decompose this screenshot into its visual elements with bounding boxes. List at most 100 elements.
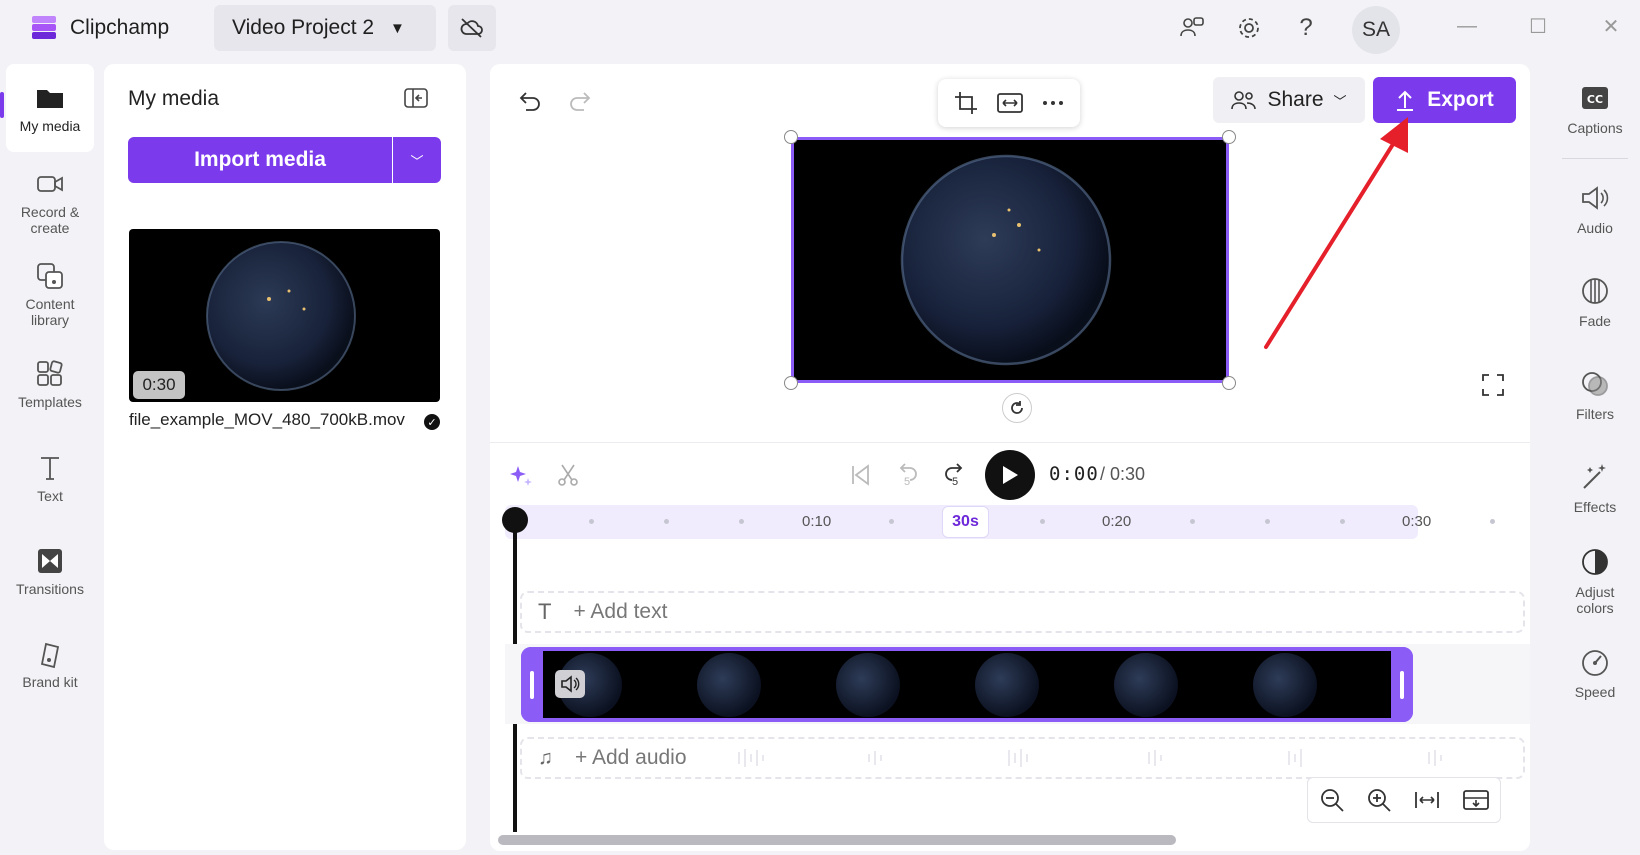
panel-filters[interactable]: Filters [1553, 368, 1637, 422]
nav-my-media[interactable]: My media [6, 64, 94, 152]
forward-seconds: 5 [951, 476, 959, 488]
panel-speed[interactable]: Speed [1553, 646, 1637, 700]
redo-icon[interactable] [566, 86, 596, 116]
rewind-5-button[interactable]: 5 [890, 458, 924, 492]
play-icon [1003, 466, 1018, 484]
import-media-button[interactable]: Import media [128, 137, 392, 183]
fit-resize-icon[interactable] [996, 92, 1024, 114]
svg-text:CC: CC [1587, 93, 1603, 106]
nav-templates[interactable]: Templates [6, 358, 94, 410]
timeline-zoom-chip[interactable]: 30s [942, 506, 989, 538]
help-button[interactable]: ? [1286, 10, 1326, 46]
playhead-handle[interactable] [502, 507, 528, 533]
clip-trim-handle-left[interactable] [521, 647, 543, 722]
close-icon: ✕ [1602, 15, 1620, 38]
folder-icon [37, 90, 63, 108]
ruler-dot [1040, 519, 1045, 524]
panel-fade[interactable]: Fade [1553, 275, 1637, 329]
brand-kit-icon [40, 642, 60, 669]
current-time: 0:00 [1049, 463, 1099, 485]
more-options-icon[interactable] [1041, 98, 1065, 108]
undo-icon[interactable] [514, 86, 544, 116]
video-clip[interactable] [521, 647, 1413, 722]
clipchamp-logo-icon [32, 16, 56, 39]
media-filename: file_example_MOV_480_700kB.mov [129, 410, 405, 429]
nav-label: Content library [25, 296, 75, 328]
ai-sparkle-button[interactable] [504, 458, 538, 492]
annotation-arrow [1264, 117, 1408, 349]
clip-volume-button[interactable] [555, 670, 585, 698]
cloud-sync-button[interactable] [448, 5, 496, 51]
app-name: Clipchamp [70, 16, 170, 39]
total-time: / 0:30 [1100, 464, 1146, 484]
panel-effects[interactable]: Effects [1553, 461, 1637, 515]
nav-text[interactable]: Text [6, 452, 94, 504]
resize-handle[interactable] [784, 376, 798, 390]
timeline-scrollbar[interactable] [498, 835, 1176, 845]
people-feedback-icon [1180, 17, 1204, 37]
magic-wand-icon [1583, 464, 1606, 489]
maximize-icon: ☐ [1529, 15, 1547, 38]
music-note-icon: ♫ [538, 746, 553, 769]
panel-audio[interactable]: Audio [1553, 182, 1637, 236]
speaker-icon [561, 675, 580, 693]
minimize-button[interactable]: — [1449, 12, 1485, 40]
nav-label: Transitions [16, 581, 84, 597]
timeline-zoom-controls [1307, 777, 1501, 823]
nav-active-indicator [0, 92, 4, 118]
collapse-panel-icon[interactable] [402, 86, 430, 110]
crop-icon[interactable] [953, 90, 979, 116]
feedback-button[interactable] [1172, 10, 1212, 46]
clip-trim-handle-right[interactable] [1391, 647, 1413, 722]
project-name-dropdown[interactable]: Video Project 2 ▼ [214, 5, 436, 51]
play-button[interactable] [985, 450, 1035, 500]
forward-5-button[interactable]: 5 [938, 458, 972, 492]
resize-handle[interactable] [1222, 376, 1236, 390]
resize-handle[interactable] [784, 130, 798, 144]
nav-brand-kit[interactable]: Brand kit [6, 638, 94, 690]
divider [1562, 158, 1628, 159]
import-options-button[interactable]: ﹀ [393, 137, 441, 183]
adjust-colors-icon [1582, 549, 1608, 575]
fit-timeline-icon[interactable] [1413, 789, 1441, 811]
timeline-expand-icon[interactable] [1462, 788, 1490, 812]
panel-captions[interactable]: CC Captions [1553, 82, 1637, 136]
nav-content-library[interactable]: Content library [6, 260, 94, 328]
panel-adjust-colors[interactable]: Adjust colors [1553, 546, 1637, 616]
nav-transitions[interactable]: Transitions [6, 545, 94, 597]
zoom-in-icon[interactable] [1366, 787, 1392, 813]
add-text-track[interactable]: T + Add text [520, 591, 1525, 633]
text-t-icon: T [538, 599, 552, 624]
filters-icon [1582, 372, 1608, 396]
add-audio-track[interactable]: ♫ + Add audio [520, 737, 1525, 779]
skip-to-start-button[interactable] [843, 458, 877, 492]
maximize-button[interactable]: ☐ [1520, 12, 1556, 40]
gear-icon [1239, 18, 1259, 38]
nav-label: My media [19, 118, 81, 134]
rewind-seconds: 5 [903, 476, 911, 488]
video-preview[interactable] [791, 137, 1229, 383]
captions-cc-icon: CC [1582, 87, 1608, 109]
zoom-out-icon[interactable] [1319, 787, 1345, 813]
nav-record-create[interactable]: Record & create [6, 168, 94, 236]
panel-label: Filters [1575, 406, 1615, 422]
settings-button[interactable] [1229, 10, 1269, 46]
export-label: Export [1427, 88, 1494, 111]
rotate-icon [1011, 401, 1023, 414]
minimize-icon: — [1457, 14, 1477, 37]
rotate-button[interactable] [1002, 393, 1032, 423]
ruler-tick-label: 0:30 [1402, 513, 1432, 530]
fullscreen-icon[interactable] [1480, 372, 1506, 398]
video-camera-icon [37, 176, 63, 192]
templates-icon [37, 360, 63, 386]
audio-waveform-placeholder [737, 749, 1442, 767]
earth-image [900, 154, 1112, 366]
resize-handle[interactable] [1222, 130, 1236, 144]
scissors-icon [558, 464, 578, 486]
split-button[interactable] [551, 458, 585, 492]
ruler-tick-label: 0:20 [1102, 513, 1132, 530]
close-window-button[interactable]: ✕ [1593, 12, 1629, 40]
checkmark-icon: ✓ [424, 414, 440, 430]
chevron-down-icon: ﹀ [410, 153, 424, 169]
user-avatar[interactable]: SA [1352, 6, 1400, 54]
